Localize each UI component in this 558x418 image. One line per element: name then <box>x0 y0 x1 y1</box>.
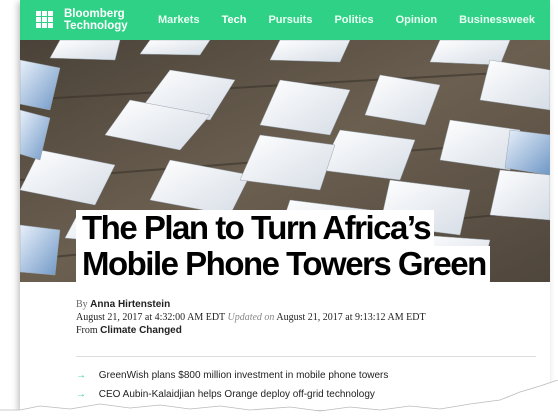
section-link[interactable]: Climate Changed <box>100 325 182 336</box>
nav-item-tech[interactable]: Tech <box>222 14 247 26</box>
brand-logo[interactable]: Bloomberg Technology <box>64 8 128 32</box>
torn-paper-edge <box>0 380 558 418</box>
nav-item-politics[interactable]: Politics <box>334 14 373 26</box>
nav-item-markets[interactable]: Markets <box>158 14 200 26</box>
headline-line-2: Mobile Phone Towers Green <box>76 246 490 282</box>
nav-item-businessweek[interactable]: Businessweek <box>459 14 535 26</box>
headline-line-1: The Plan to Turn Africa’s <box>76 210 435 246</box>
updated-label: Updated on <box>227 312 275 323</box>
top-navbar: Bloomberg Technology Markets Tech Pursui… <box>20 0 550 40</box>
brand-line1: Bloomberg <box>64 8 125 20</box>
brand-line2: Technology <box>64 20 128 32</box>
from-prefix: From <box>76 325 98 336</box>
published-date: August 21, 2017 at 4:32:00 AM EDT <box>76 312 225 323</box>
menu-grid-icon[interactable] <box>36 11 54 29</box>
section-nav: Markets Tech Pursuits Politics Opinion B… <box>158 14 550 26</box>
nav-item-pursuits[interactable]: Pursuits <box>268 14 312 26</box>
byline-prefix: By <box>76 299 88 310</box>
author-link[interactable]: Anna Hirtenstein <box>90 299 170 310</box>
article-headline: The Plan to Turn Africa’s Mobile Phone T… <box>76 210 546 282</box>
nav-item-opinion[interactable]: Opinion <box>396 14 438 26</box>
article-page: Bloomberg Technology Markets Tech Pursui… <box>20 0 550 410</box>
updated-date: August 21, 2017 at 9:13:12 AM EDT <box>276 312 426 323</box>
byline: By Anna Hirtenstein August 21, 2017 at 4… <box>76 298 426 337</box>
divider <box>76 356 536 357</box>
